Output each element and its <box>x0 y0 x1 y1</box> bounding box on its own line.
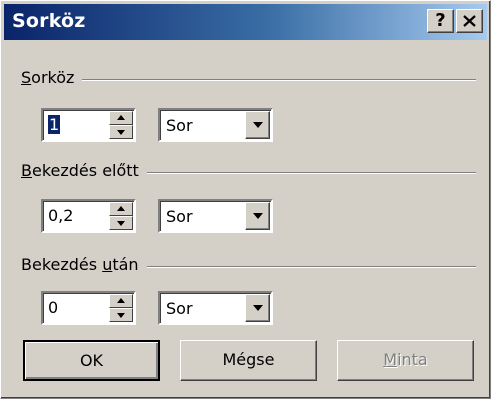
preview-button-label-rest: inta <box>397 350 428 369</box>
line-spacing-stepper[interactable]: 1 <box>41 108 136 142</box>
spin-down-button[interactable] <box>109 308 133 322</box>
line-spacing-unit-value: Sor <box>166 116 193 135</box>
ok-button-label: OK <box>79 351 104 370</box>
space-before-spinner <box>109 202 133 230</box>
close-button[interactable] <box>456 9 483 33</box>
title-bar[interactable]: Sorköz ? <box>4 4 487 40</box>
space-after-spinner <box>109 294 133 322</box>
dropdown-arrow-icon[interactable] <box>245 111 270 139</box>
space-before-label: Bekezdés előtt <box>21 161 147 180</box>
line-spacing-value[interactable]: 1 <box>48 115 61 134</box>
spin-down-button[interactable] <box>109 125 133 139</box>
dropdown-arrow-icon[interactable] <box>245 294 270 322</box>
space-after-stepper[interactable]: 0 <box>41 291 136 325</box>
spin-up-button[interactable] <box>109 202 133 216</box>
space-after-label: Bekezdés után <box>21 255 147 274</box>
space-before-unit-select[interactable]: Sor <box>158 199 273 233</box>
space-after-unit-select[interactable]: Sor <box>158 291 273 325</box>
spin-up-button[interactable] <box>109 111 133 125</box>
space-before-value[interactable]: 0,2 <box>48 206 73 225</box>
dialog-title: Sorköz <box>12 10 86 32</box>
ok-button[interactable]: OK <box>23 340 160 381</box>
spin-down-button[interactable] <box>109 216 133 230</box>
group-divider <box>21 79 476 81</box>
spin-up-button[interactable] <box>109 294 133 308</box>
line-spacing-unit-select[interactable]: Sor <box>158 108 273 142</box>
space-after-unit-value: Sor <box>166 299 193 318</box>
line-spacing-label: Sorköz <box>21 68 83 87</box>
space-before-unit-value: Sor <box>166 207 193 226</box>
help-button[interactable]: ? <box>427 9 454 33</box>
dropdown-arrow-icon[interactable] <box>245 202 270 230</box>
cancel-button[interactable]: Mégse <box>180 340 317 381</box>
preview-button[interactable]: Minta <box>337 340 474 381</box>
close-icon <box>463 15 476 27</box>
cancel-button-label: Mégse <box>222 350 275 369</box>
preview-button-label-first: M <box>383 350 398 369</box>
space-after-value[interactable]: 0 <box>48 298 58 317</box>
space-before-stepper[interactable]: 0,2 <box>41 199 136 233</box>
line-spacing-dialog: Sorköz ? Sorköz 1 Sor Bekezdés előtt 0,2 <box>0 0 491 399</box>
help-icon: ? <box>435 10 446 31</box>
line-spacing-spinner <box>109 111 133 139</box>
